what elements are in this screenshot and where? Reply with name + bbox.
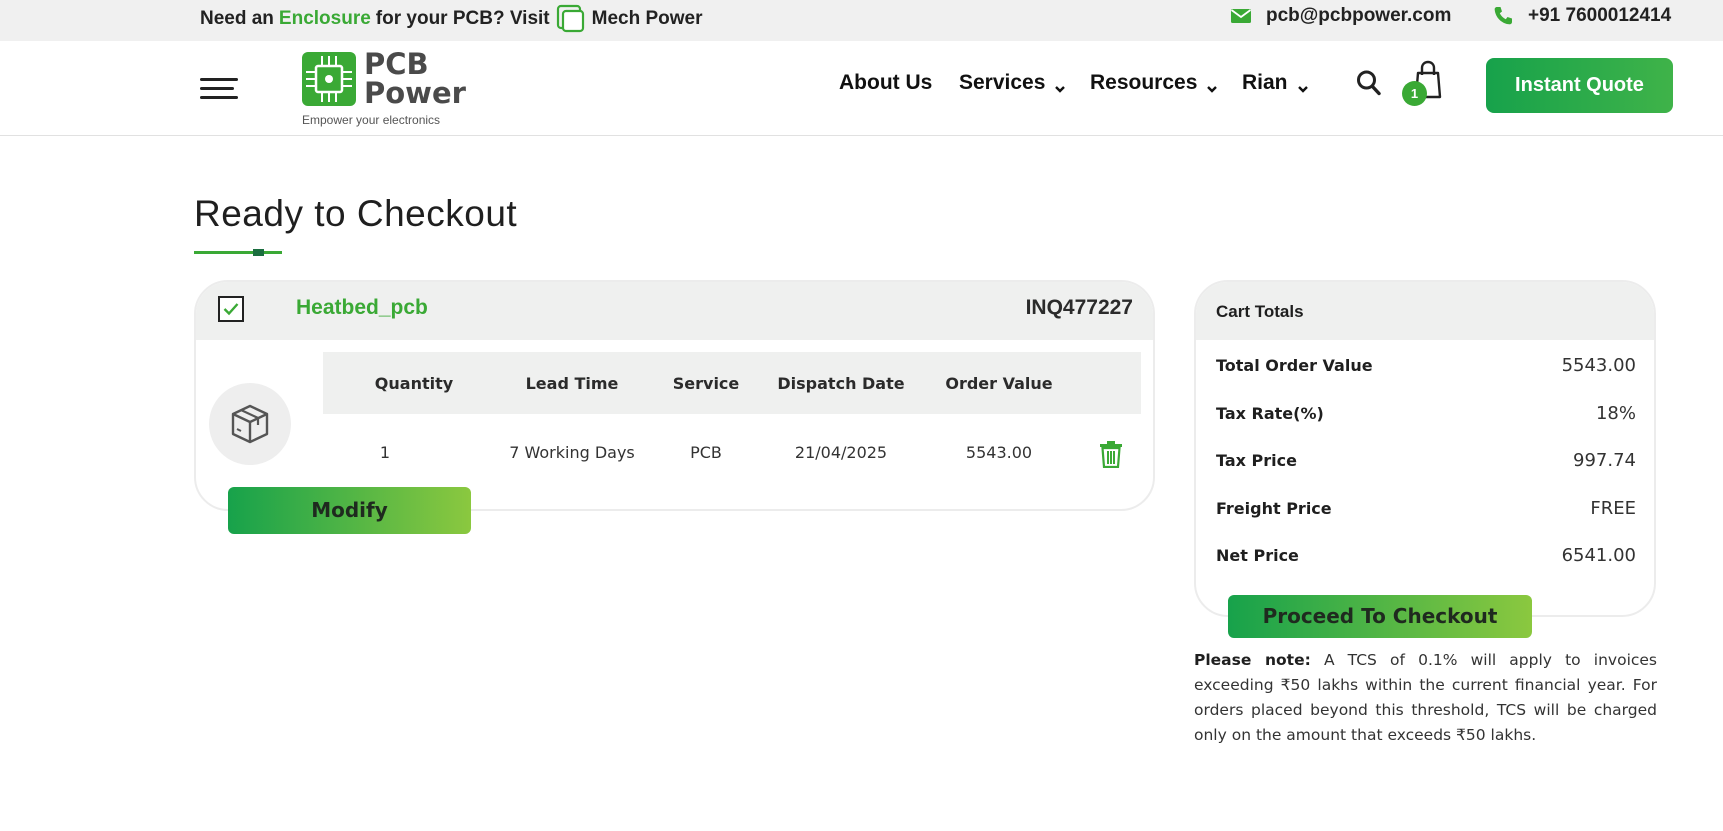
chevron-down-icon — [1054, 77, 1066, 93]
product-name[interactable]: Heatbed_pcb — [296, 296, 428, 320]
cell-service: PCB — [690, 443, 722, 462]
order-select-checkbox[interactable] — [218, 296, 244, 322]
tax-price-value: 997.74 — [1573, 450, 1636, 471]
column-header-quantity: Quantity — [374, 374, 454, 393]
tax-rate-value: 18% — [1595, 403, 1636, 424]
cell-quantity: 1 — [379, 443, 391, 462]
net-price-label: Net Price — [1216, 546, 1299, 565]
column-header-order-value: Order Value — [945, 374, 1053, 393]
logo-wordmark: PCB Power — [364, 47, 466, 110]
nav-about-us[interactable]: About Us — [839, 71, 932, 95]
tcs-note-label: Please note: — [1194, 651, 1311, 669]
order-card: Heatbed_pcb INQ477227 Quantity Lead Time… — [194, 280, 1155, 511]
cart-totals-header: Cart Totals — [1196, 282, 1654, 340]
total-order-value-label: Total Order Value — [1216, 356, 1373, 375]
logo-chip-icon — [302, 52, 356, 106]
net-price-row: Net Price 6541.00 — [1216, 542, 1636, 572]
phone-icon — [1492, 5, 1514, 27]
chevron-down-icon — [1297, 77, 1309, 93]
nav-user-menu[interactable]: Rian — [1242, 71, 1309, 95]
cell-order-value: 5543.00 — [965, 443, 1033, 462]
cart-totals-panel: Cart Totals Total Order Value 5543.00 Ta… — [1194, 280, 1656, 617]
total-order-value-row: Total Order Value 5543.00 — [1216, 352, 1636, 382]
pcb-power-logo[interactable]: PCB Power Empower your electronics — [300, 48, 466, 128]
email-contact[interactable]: pcb@pcbpower.com — [1230, 5, 1451, 27]
phone-contact[interactable]: +91 7600012414 — [1492, 5, 1671, 27]
email-icon — [1230, 5, 1252, 27]
column-header-lead-time: Lead Time — [525, 374, 619, 393]
order-card-header: Heatbed_pcb INQ477227 — [196, 282, 1153, 340]
package-box-icon — [231, 404, 269, 444]
column-header-service: Service — [672, 374, 740, 393]
trash-icon[interactable] — [1099, 440, 1123, 469]
promo-enclosure-highlight: Enclosure — [278, 8, 371, 29]
mech-power-icon — [556, 4, 586, 34]
tax-price-label: Tax Price — [1216, 451, 1297, 470]
nav-user-name: Rian — [1242, 71, 1288, 94]
modify-button[interactable]: Modify — [228, 487, 471, 534]
column-header-dispatch-date: Dispatch Date — [777, 374, 905, 393]
nav-services[interactable]: Services — [959, 71, 1066, 95]
freight-price-label: Freight Price — [1216, 499, 1332, 518]
cell-lead-time: 7 Working Days — [509, 443, 635, 462]
nav-about-us-label: About Us — [839, 71, 933, 94]
tax-rate-row: Tax Rate(%) 18% — [1216, 400, 1636, 430]
nav-resources[interactable]: Resources — [1090, 71, 1218, 95]
page-title: Ready to Checkout — [194, 193, 518, 234]
checkmark-icon — [223, 303, 239, 316]
promo-middle-text: for your PCB? Visit — [375, 8, 550, 29]
order-table-header: Quantity Lead Time Service Dispatch Date… — [323, 352, 1141, 414]
freight-price-row: Freight Price FREE — [1216, 495, 1636, 525]
nav-services-label: Services — [959, 71, 1046, 94]
instant-quote-button[interactable]: Instant Quote — [1486, 58, 1673, 113]
inquiry-id: INQ477227 — [1025, 296, 1133, 319]
package-avatar — [209, 383, 291, 465]
cart-totals-title: Cart Totals — [1216, 302, 1304, 321]
nav-resources-label: Resources — [1090, 71, 1198, 94]
freight-price-value: FREE — [1590, 498, 1636, 519]
title-underline-divider — [194, 251, 282, 254]
tax-rate-label: Tax Rate(%) — [1216, 404, 1324, 423]
mech-power-link[interactable]: Mech Power — [592, 8, 703, 30]
cell-dispatch-date: 21/04/2025 — [794, 443, 888, 462]
net-price-value: 6541.00 — [1561, 545, 1636, 566]
proceed-to-checkout-button[interactable]: Proceed To Checkout — [1228, 595, 1532, 638]
chevron-down-icon — [1206, 77, 1218, 93]
search-icon[interactable] — [1356, 69, 1382, 97]
menu-icon[interactable] — [200, 78, 238, 100]
email-address[interactable]: pcb@pcbpower.com — [1266, 5, 1451, 27]
promo-prefix: Need an — [200, 8, 274, 29]
tcs-note: Please note: A TCS of 0.1% will apply to… — [1194, 648, 1657, 748]
top-announcement-bar: Need an Enclosure for your PCB? Visit Me… — [0, 0, 1723, 41]
cart-count-badge[interactable]: 1 — [1402, 81, 1427, 106]
site-header: PCB Power Empower your electronics About… — [0, 41, 1723, 136]
enclosure-promo[interactable]: Need an Enclosure for your PCB? Visit Me… — [200, 4, 703, 34]
total-order-value: 5543.00 — [1561, 355, 1636, 376]
logo-tagline: Empower your electronics — [302, 113, 441, 127]
phone-number[interactable]: +91 7600012414 — [1528, 5, 1671, 27]
tax-price-row: Tax Price 997.74 — [1216, 447, 1636, 477]
title-underline-accent — [253, 249, 264, 256]
